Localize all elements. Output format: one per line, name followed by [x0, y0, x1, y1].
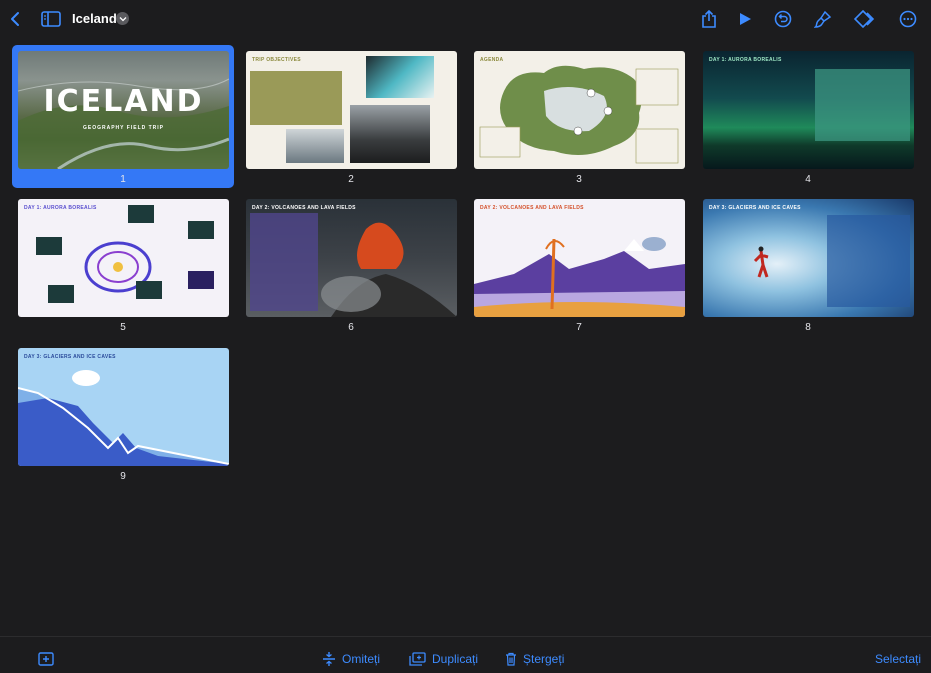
slide-4-title: DAY 1: AURORA BOREALIS: [709, 57, 782, 63]
skip-icon: [323, 652, 335, 666]
undo-icon[interactable]: [772, 8, 794, 30]
play-icon[interactable]: [734, 8, 756, 30]
slide-8-image: DAY 3: GLACIERS AND ICE CAVES: [703, 199, 914, 317]
share-icon[interactable]: [698, 8, 720, 30]
select-button[interactable]: Selectați: [875, 651, 921, 667]
trash-icon: [506, 652, 516, 666]
slide-number: 1: [120, 174, 126, 185]
document-title[interactable]: Iceland: [72, 11, 117, 26]
slide-6-title: DAY 2: VOLCANOES AND LAVA FIELDS: [252, 205, 356, 211]
slide-number: 2: [348, 174, 354, 185]
slide-number: 7: [576, 322, 582, 333]
slide-number: 8: [805, 322, 811, 333]
slide-number: 3: [576, 174, 582, 185]
slide-1-title: ICELAND: [43, 84, 204, 119]
slide-1-image: ICELAND GEOGRAPHY FIELD TRIP: [18, 51, 229, 169]
format-paintbrush-icon[interactable]: [812, 8, 834, 30]
delete-slide-button[interactable]: Ștergeți: [505, 651, 564, 667]
top-toolbar: Iceland: [0, 0, 931, 38]
animate-diamond-icon[interactable]: [853, 8, 879, 30]
slide-number: 5: [120, 322, 126, 333]
duplicate-slide-button[interactable]: Duplicați: [409, 651, 478, 667]
back-chevron-icon[interactable]: [4, 8, 26, 30]
slide-2-title: TRIP OBJECTIVES: [252, 57, 301, 63]
slide-number: 4: [805, 174, 811, 185]
slide-6-image: DAY 2: VOLCANOES AND LAVA FIELDS: [246, 199, 457, 317]
slide-4-image: DAY 1: AURORA BOREALIS: [703, 51, 914, 169]
add-slide-icon: [38, 652, 54, 666]
duplicate-label: Duplicați: [432, 652, 479, 666]
select-label: Selectați: [875, 652, 922, 666]
slide-number: 9: [120, 471, 126, 482]
delete-label: Ștergeți: [523, 652, 565, 666]
bottom-toolbar: Omiteți Duplicați Ștergeți Selectați: [0, 636, 931, 673]
duplicate-icon: [409, 652, 426, 666]
slide-1-subtitle: GEOGRAPHY FIELD TRIP: [82, 125, 165, 131]
skip-slide-button[interactable]: Omiteți: [322, 651, 380, 667]
slide-5-image: DAY 1: AURORA BOREALIS: [18, 199, 229, 317]
slide-number: 6: [348, 322, 354, 333]
sidebar-toggle-icon[interactable]: [40, 8, 62, 30]
slide-9-image: DAY 3: GLACIERS AND ICE CAVES: [18, 348, 229, 466]
slide-2-image: TRIP OBJECTIVES: [246, 51, 457, 169]
skip-label: Omiteți: [342, 652, 381, 666]
add-slide-button[interactable]: [38, 651, 54, 667]
slide-7-image: DAY 2: VOLCANOES AND LAVA FIELDS: [474, 199, 685, 317]
slide-3-image: AGENDA: [474, 51, 685, 169]
more-options-icon[interactable]: [897, 8, 919, 30]
title-menu-chevron-icon[interactable]: [116, 12, 129, 25]
